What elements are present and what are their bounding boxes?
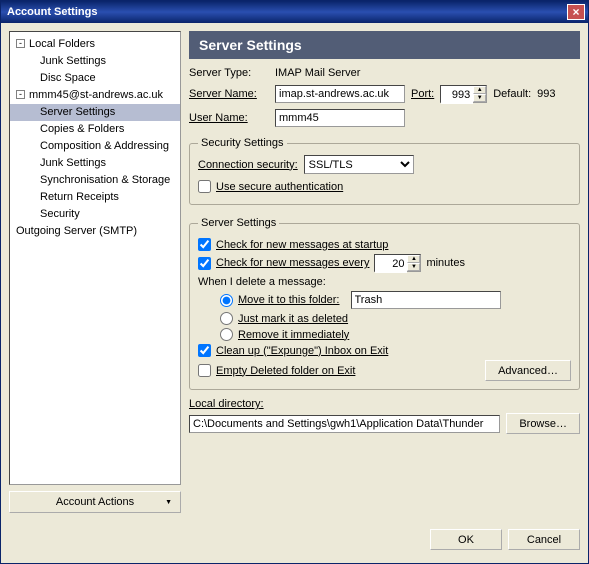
check-every-checkbox[interactable] — [198, 257, 211, 270]
port-input[interactable] — [441, 86, 473, 104]
account-actions-button[interactable]: Account Actions ▼ — [9, 491, 181, 513]
user-name-input[interactable] — [275, 109, 405, 127]
tree-item[interactable]: Composition & Addressing — [10, 138, 180, 155]
tree-item-label: Security — [40, 208, 80, 220]
tree-item-label: Local Folders — [29, 38, 95, 50]
empty-deleted-checkbox[interactable] — [198, 364, 211, 377]
expunge-label: Clean up ("Expunge") Inbox on Exit — [216, 345, 388, 357]
just-mark-radio[interactable] — [220, 312, 233, 325]
connection-security-label: Connection security: — [198, 159, 298, 171]
secure-auth-label: Use secure authentication — [216, 181, 343, 193]
dialog-buttons: OK Cancel — [1, 521, 588, 558]
panel-header: Server Settings — [189, 31, 580, 59]
spinner-up-icon[interactable]: ▲ — [473, 86, 486, 94]
check-every-input[interactable] — [375, 255, 407, 273]
tree-item[interactable]: -mmm45@st-andrews.ac.uk — [10, 87, 180, 104]
check-every-label-post: minutes — [426, 257, 465, 269]
window-title: Account Settings — [7, 6, 97, 18]
default-label: Default: — [493, 88, 531, 100]
remove-immediately-label: Remove it immediately — [238, 329, 349, 341]
tree-item[interactable]: -Local Folders — [10, 36, 180, 53]
tree-item-label: Junk Settings — [40, 157, 106, 169]
ok-button[interactable]: OK — [430, 529, 502, 550]
close-icon: × — [572, 5, 579, 19]
server-type-label: Server Type: — [189, 67, 269, 79]
spinner-down-icon[interactable]: ▼ — [407, 263, 420, 271]
tree-item[interactable]: Copies & Folders — [10, 121, 180, 138]
expunge-checkbox[interactable] — [198, 344, 211, 357]
tree-item-label: Copies & Folders — [40, 123, 124, 135]
tree-item-label: Disc Space — [40, 72, 96, 84]
tree-item[interactable]: Synchronisation & Storage — [10, 172, 180, 189]
move-folder-label: Move it to this folder: — [238, 294, 340, 306]
server-name-label: Server Name: — [189, 88, 269, 100]
browse-button[interactable]: Browse… — [506, 413, 580, 434]
security-legend: Security Settings — [198, 137, 287, 149]
tree-item-label: Outgoing Server (SMTP) — [16, 225, 137, 237]
tree-toggle-icon[interactable]: - — [16, 90, 25, 99]
tree-item[interactable]: Server Settings — [10, 104, 180, 121]
cancel-button[interactable]: Cancel — [508, 529, 580, 550]
server-settings-group: Server Settings Check for new messages a… — [189, 217, 580, 390]
tree-item-label: Composition & Addressing — [40, 140, 169, 152]
server-legend: Server Settings — [198, 217, 279, 229]
security-settings-group: Security Settings Connection security: S… — [189, 137, 580, 205]
sidebar: -Local FoldersJunk SettingsDisc Space-mm… — [9, 31, 181, 513]
check-startup-checkbox[interactable] — [198, 238, 211, 251]
move-folder-radio[interactable] — [220, 294, 233, 307]
secure-auth-checkbox[interactable] — [198, 180, 211, 193]
tree-item-label: mmm45@st-andrews.ac.uk — [29, 89, 163, 101]
empty-deleted-label: Empty Deleted folder on Exit — [216, 365, 355, 377]
tree-item[interactable]: Return Receipts — [10, 189, 180, 206]
server-name-input[interactable] — [275, 85, 405, 103]
check-every-spinner[interactable]: ▲ ▼ — [374, 254, 421, 272]
when-delete-label: When I delete a message: — [198, 276, 571, 288]
account-tree[interactable]: -Local FoldersJunk SettingsDisc Space-mm… — [9, 31, 181, 485]
main-panel: Server Settings Server Type: IMAP Mail S… — [189, 31, 580, 513]
check-startup-label: Check for new messages at startup — [216, 239, 388, 251]
default-value: 993 — [537, 88, 555, 100]
dropdown-arrow-icon: ▼ — [165, 499, 172, 506]
local-dir-input[interactable] — [189, 415, 500, 433]
just-mark-label: Just mark it as deleted — [238, 313, 348, 325]
title-bar: Account Settings × — [1, 1, 588, 23]
tree-item[interactable]: Outgoing Server (SMTP) — [10, 223, 180, 240]
account-actions-label: Account Actions — [56, 496, 134, 508]
connection-security-select[interactable]: SSL/TLS — [304, 155, 414, 174]
remove-immediately-radio[interactable] — [220, 328, 233, 341]
local-dir-label: Local directory: — [189, 398, 580, 410]
tree-item[interactable]: Junk Settings — [10, 155, 180, 172]
content-area: -Local FoldersJunk SettingsDisc Space-mm… — [1, 23, 588, 521]
port-spinner[interactable]: ▲ ▼ — [440, 85, 487, 103]
tree-item[interactable]: Disc Space — [10, 70, 180, 87]
close-button[interactable]: × — [567, 4, 585, 20]
tree-item-label: Junk Settings — [40, 55, 106, 67]
advanced-button[interactable]: Advanced… — [485, 360, 571, 381]
port-label: Port: — [411, 88, 434, 100]
spinner-up-icon[interactable]: ▲ — [407, 255, 420, 263]
check-every-label-pre: Check for new messages every — [216, 257, 369, 269]
trash-folder-input[interactable] — [351, 291, 501, 309]
tree-item-label: Synchronisation & Storage — [40, 174, 170, 186]
tree-item[interactable]: Security — [10, 206, 180, 223]
tree-toggle-icon[interactable]: - — [16, 39, 25, 48]
tree-item-label: Server Settings — [40, 106, 115, 118]
spinner-down-icon[interactable]: ▼ — [473, 94, 486, 102]
tree-item-label: Return Receipts — [40, 191, 119, 203]
user-name-label: User Name: — [189, 112, 269, 124]
tree-item[interactable]: Junk Settings — [10, 53, 180, 70]
server-type-value: IMAP Mail Server — [275, 67, 360, 79]
